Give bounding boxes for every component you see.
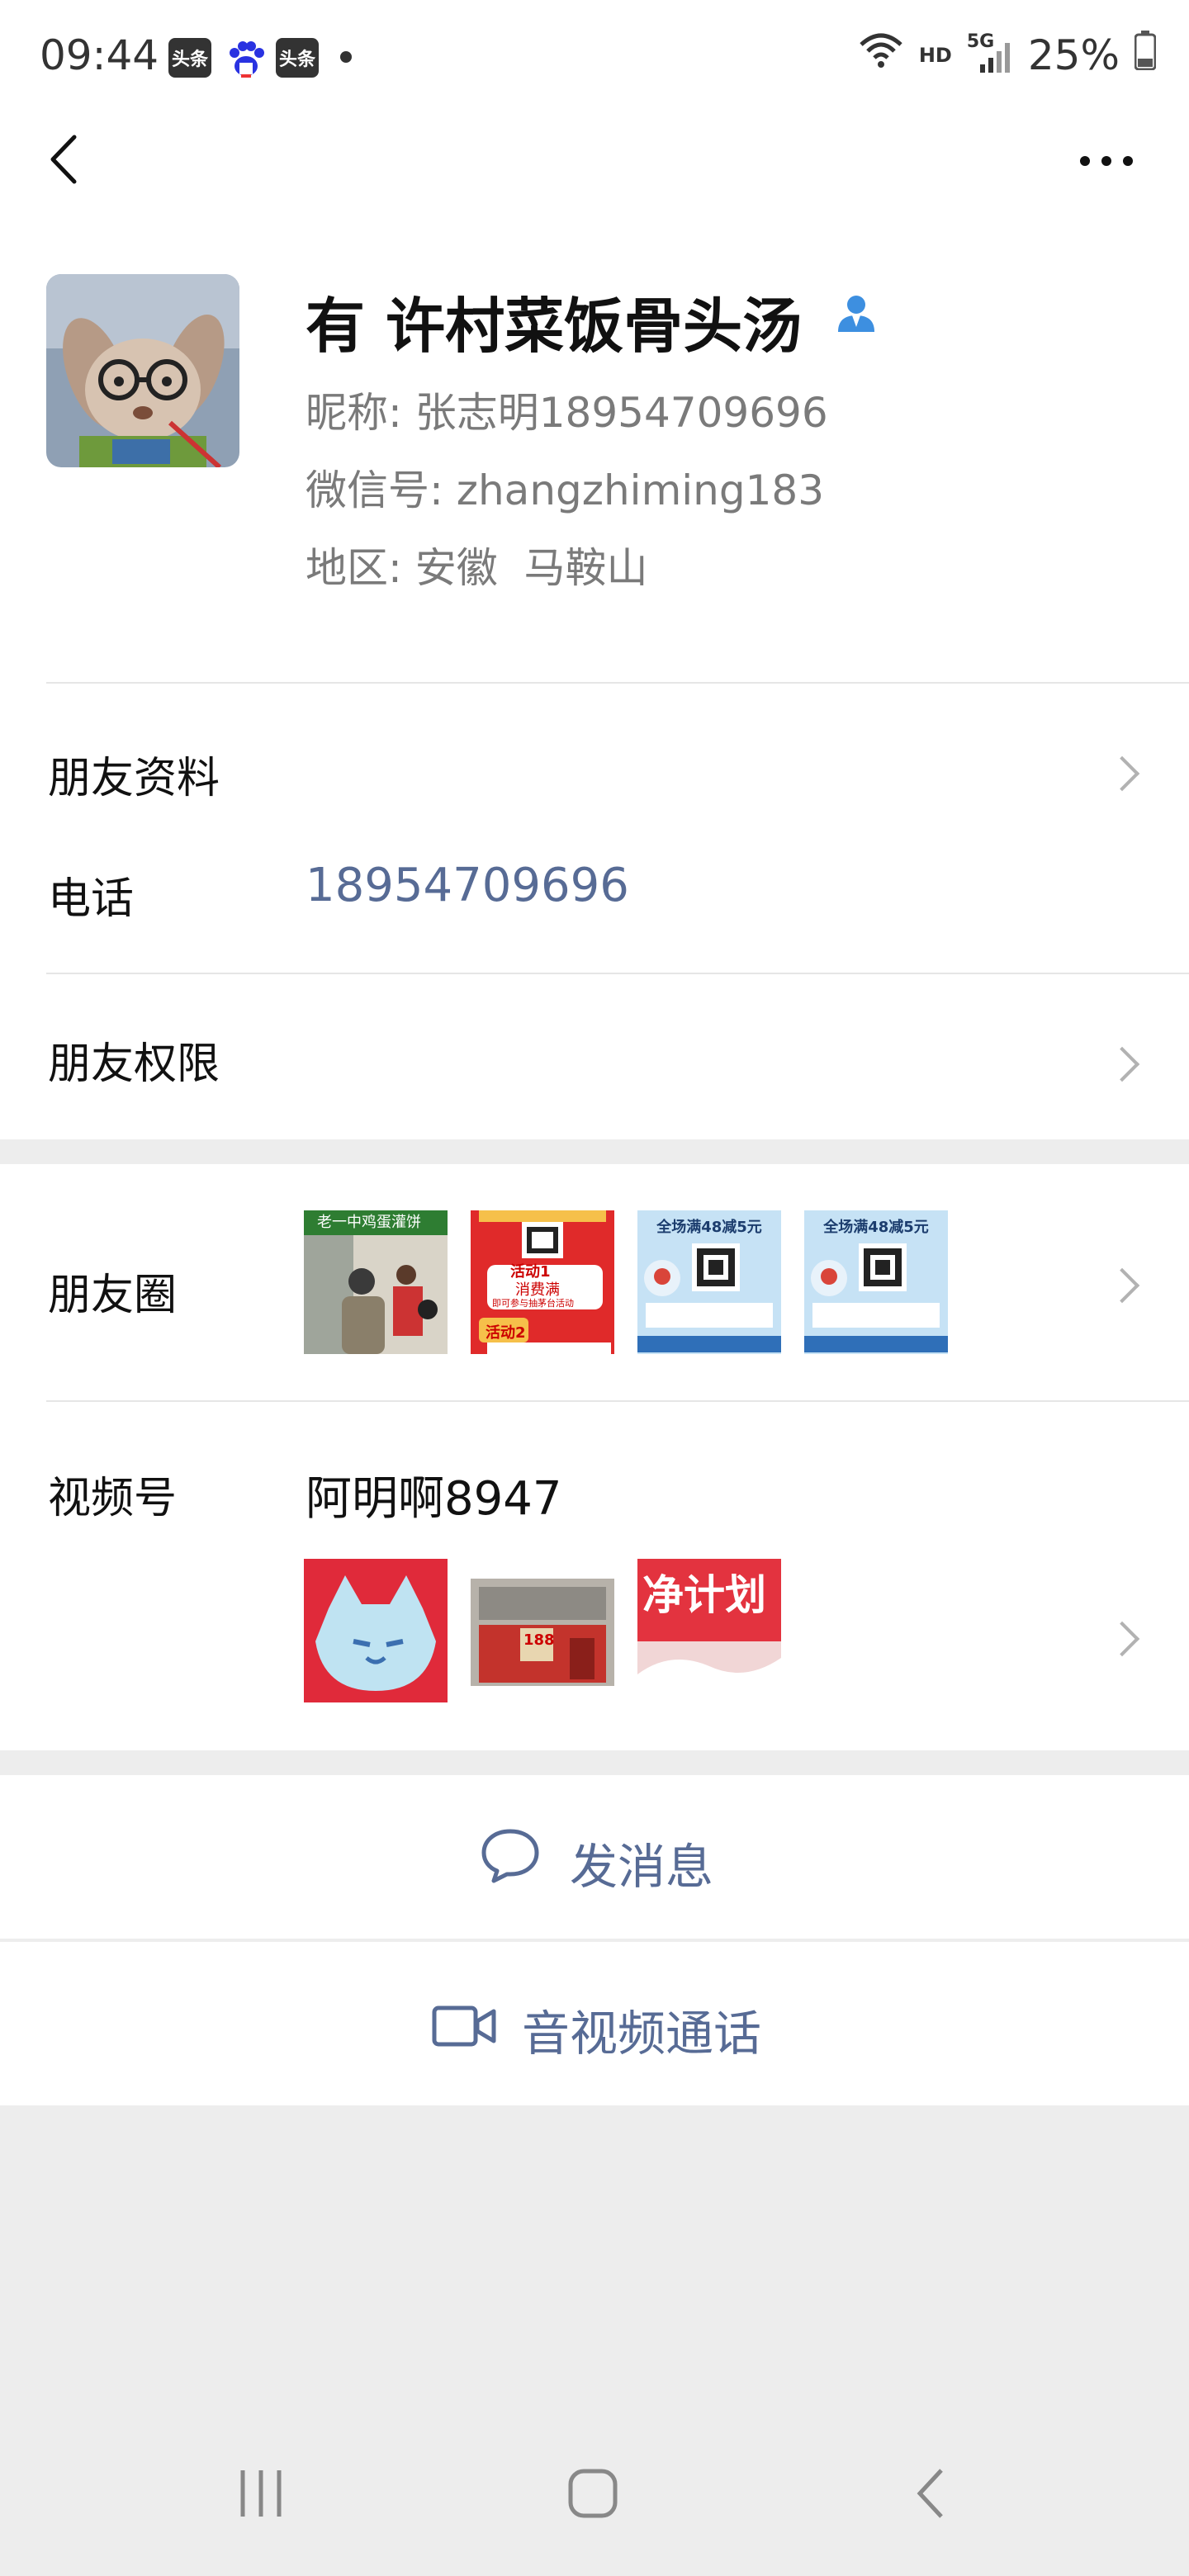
- battery-percent: 25%: [1027, 31, 1120, 79]
- friend-info-row[interactable]: 朋友资料: [0, 685, 1189, 850]
- phone-label: 电话: [48, 874, 135, 924]
- send-message-label: 发消息: [570, 1839, 714, 1895]
- toutiao-icon: 头条: [276, 38, 319, 78]
- channels-label: 视频号: [48, 1474, 178, 1523]
- region: 地区: 安徽 马鞍山: [306, 544, 648, 592]
- hd-indicator: HD: [918, 44, 952, 67]
- moments-thumb-4: 全场满48减5元: [804, 1210, 948, 1354]
- chevron-right-icon: [1104, 755, 1140, 792]
- baidu-paw-icon: [225, 38, 268, 81]
- back-button[interactable]: [43, 130, 92, 188]
- chevron-left-icon: [50, 135, 77, 184]
- avatar[interactable]: [46, 274, 239, 467]
- verified-user-icon: [834, 291, 879, 335]
- thumb-text: 即可参与抽茅台活动: [492, 1298, 574, 1309]
- friend-permissions-label: 朋友权限: [48, 1039, 220, 1089]
- recent-apps-icon: [240, 2470, 282, 2517]
- system-nav-bar: [0, 2444, 1189, 2559]
- thumb-text: 净计划: [642, 1571, 766, 1619]
- wechat-id: 微信号: zhangzhiming183: [306, 466, 825, 514]
- channels-thumb-3: 净计划: [637, 1559, 781, 1702]
- thumb-text: 全场满48减5元: [656, 1219, 762, 1236]
- video-camera-icon: [431, 2005, 497, 2048]
- moments-thumb-3: 全场满48减5元: [637, 1210, 781, 1354]
- signal-icon: 5G: [967, 31, 1013, 76]
- notification-dot-icon: [340, 51, 352, 63]
- thumb-text: 188: [523, 1631, 555, 1649]
- status-bar: 09:44 头条 头条 HD 5G 25%: [0, 0, 1189, 107]
- moments-row[interactable]: 朋友圈 老一中鸡蛋灌饼 活动1 消费满 即可参与抽茅台活动 活动2 全场满48减…: [0, 1164, 1189, 1400]
- thumb-text: 全场满48减5元: [823, 1219, 929, 1236]
- system-back-button[interactable]: [907, 2467, 959, 2520]
- battery-icon: [1134, 31, 1157, 80]
- divider: [46, 682, 1189, 684]
- toutiao-icon: 头条: [168, 38, 211, 78]
- video-call-label: 音视频通话: [522, 2005, 762, 2062]
- nav-bar: [0, 107, 1189, 215]
- contact-name: 有 许村菜饭骨头汤: [306, 291, 803, 361]
- chat-bubble-icon: [479, 1826, 542, 1884]
- channels-name: 阿明啊8947: [306, 1472, 562, 1526]
- moments-label: 朋友圈: [48, 1271, 178, 1320]
- channels-row[interactable]: 视频号 阿明啊8947 188 净计划: [0, 1402, 1189, 1749]
- moments-thumb-2: 活动1 消费满 即可参与抽茅台活动 活动2: [471, 1210, 614, 1354]
- thumb-text: 活动2: [486, 1324, 526, 1342]
- send-message-button[interactable]: 发消息: [0, 1775, 1189, 1939]
- thumb-sign-text: 老一中鸡蛋灌饼: [304, 1210, 448, 1235]
- nickname: 昵称: 张志明18954709696: [306, 389, 828, 437]
- wifi-icon: [858, 30, 904, 81]
- channels-thumb-1: [304, 1559, 448, 1702]
- status-time: 09:44: [40, 31, 159, 79]
- moments-thumb-1: 老一中鸡蛋灌饼: [304, 1210, 448, 1354]
- friend-permissions-row[interactable]: 朋友权限: [0, 974, 1189, 1139]
- friend-info-label: 朋友资料: [48, 754, 220, 803]
- chevron-right-icon: [1104, 1267, 1140, 1304]
- chevron-right-icon: [1104, 1046, 1140, 1082]
- video-call-button[interactable]: 音视频通话: [0, 1942, 1189, 2105]
- more-button[interactable]: [1073, 149, 1139, 173]
- home-icon: [568, 2469, 618, 2518]
- channels-thumb-2: 188: [471, 1559, 614, 1702]
- recent-apps-button[interactable]: [234, 2467, 287, 2520]
- chevron-left-icon: [917, 2469, 943, 2518]
- chevron-right-icon: [1104, 1621, 1140, 1657]
- more-dots-icon: [1080, 156, 1133, 166]
- home-button[interactable]: [566, 2467, 619, 2520]
- phone-number-link[interactable]: 18954709696: [306, 859, 629, 912]
- status-right: HD 5G 25%: [858, 30, 1157, 81]
